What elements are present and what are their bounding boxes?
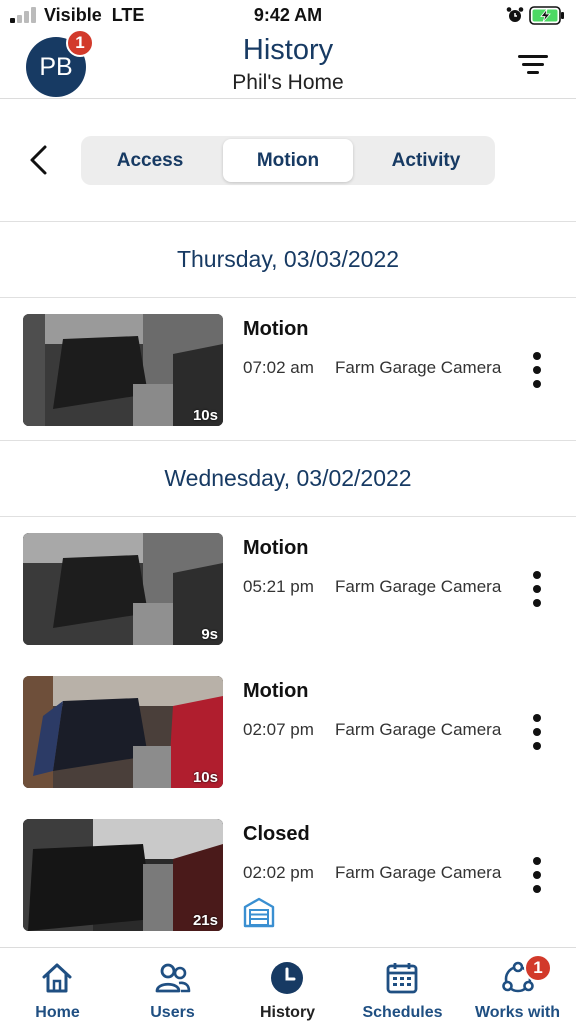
event-thumbnail[interactable]: 10s [23, 676, 223, 788]
event-time: 05:21 pm [243, 577, 314, 596]
event-title: Motion [243, 318, 309, 340]
nav-home[interactable]: Home [0, 948, 115, 1024]
nav-users[interactable]: Users [115, 948, 230, 1024]
home-icon [42, 963, 72, 993]
event-list-item[interactable]: 10s Motion 02:07 pm Farm Garage Camera [0, 660, 576, 803]
tab-access[interactable]: Access [85, 139, 215, 182]
clip-duration: 9s [201, 626, 218, 643]
nav-label: Schedules [362, 1004, 443, 1021]
battery-charging-icon [529, 6, 564, 25]
more-options-icon[interactable] [528, 569, 546, 609]
garage-door-icon [243, 897, 275, 928]
nav-schedules[interactable]: Schedules [345, 948, 460, 1024]
history-type-segmented-control: Access Motion Activity [81, 136, 495, 185]
home-name: Phil's Home [232, 71, 344, 94]
event-camera: Farm Garage Camera [335, 863, 502, 882]
more-options-icon[interactable] [528, 712, 546, 752]
nav-label: Home [35, 1004, 80, 1021]
notification-badge: 1 [524, 954, 552, 982]
event-camera: Farm Garage Camera [335, 358, 502, 377]
event-thumbnail[interactable]: 21s [23, 819, 223, 931]
app-header: PB 1 History Phil's Home [0, 29, 576, 99]
event-title: Motion [243, 680, 309, 702]
event-list-item[interactable]: 10s Motion 07:02 am Farm Garage Camera [0, 298, 576, 441]
nav-label: Works with [474, 1004, 561, 1021]
bottom-navigation: Home Users History Schedules 1 Works wit… [0, 947, 576, 1024]
clock-icon [271, 962, 303, 994]
clip-duration: 10s [192, 407, 218, 424]
page-title: History [242, 34, 334, 66]
clip-duration: 21s [192, 912, 218, 929]
nav-label: Users [150, 1004, 195, 1021]
history-tabs-area: Access Motion Activity [0, 100, 576, 222]
event-title: Motion [243, 537, 309, 559]
filter-icon[interactable] [518, 53, 548, 77]
event-time: 02:07 pm [243, 720, 314, 739]
alarm-icon [506, 7, 524, 22]
nav-label: History [259, 1004, 316, 1021]
event-time: 07:02 am [243, 358, 314, 377]
event-list-item[interactable]: 21s Closed 02:02 pm Farm Garage Camera [0, 803, 576, 946]
clip-duration: 10s [192, 769, 218, 786]
date-header: Thursday, 03/03/2022 [0, 222, 576, 298]
more-options-icon[interactable] [528, 855, 546, 895]
nav-works-with[interactable]: 1 Works with [460, 948, 575, 1024]
event-thumbnail[interactable]: 9s [23, 533, 223, 645]
status-time: 9:42 AM [253, 5, 323, 25]
event-camera: Farm Garage Camera [335, 577, 502, 596]
tab-activity[interactable]: Activity [361, 139, 491, 182]
date-header: Wednesday, 03/02/2022 [0, 441, 576, 517]
event-time: 02:02 pm [243, 863, 314, 882]
back-chevron-icon[interactable] [25, 143, 53, 177]
event-camera: Farm Garage Camera [335, 720, 502, 739]
event-list-item[interactable]: 9s Motion 05:21 pm Farm Garage Camera [0, 517, 576, 660]
status-bar: Visible LTE 9:42 AM [0, 0, 576, 32]
more-options-icon[interactable] [528, 350, 546, 390]
nav-history[interactable]: History [230, 948, 345, 1024]
calendar-icon [386, 963, 418, 994]
event-title: Closed [243, 823, 310, 845]
event-thumbnail[interactable]: 10s [23, 314, 223, 426]
users-icon [155, 963, 191, 993]
tab-motion[interactable]: Motion [223, 139, 353, 182]
